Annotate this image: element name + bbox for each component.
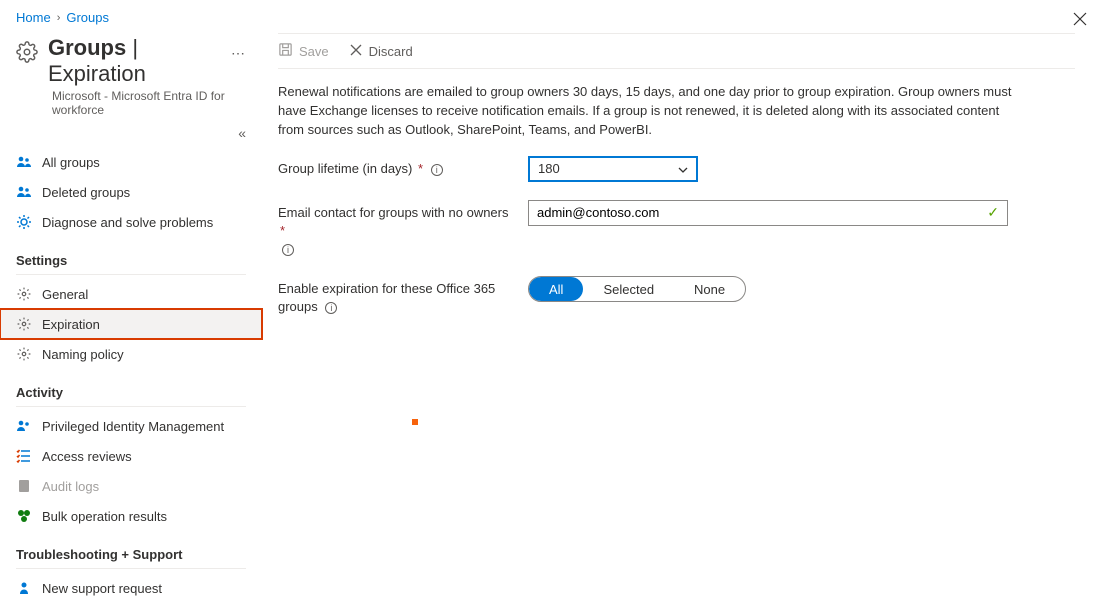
title-sep: |: [126, 35, 138, 60]
gear-icon: [16, 286, 32, 302]
nav-bulk-results[interactable]: Bulk operation results: [0, 501, 262, 531]
nav-label: Privileged Identity Management: [42, 419, 224, 434]
support-icon: [16, 580, 32, 596]
nav-label: Expiration: [42, 317, 100, 332]
nav-audit-logs: Audit logs: [0, 471, 262, 501]
nav-all-groups[interactable]: All groups: [0, 147, 262, 177]
page-title-row: Groups | Expiration ⋯: [0, 35, 262, 89]
section-support: Troubleshooting + Support: [16, 531, 246, 569]
discard-button[interactable]: Discard: [349, 43, 413, 60]
discard-label: Discard: [369, 44, 413, 59]
nav-settings: General Expiration Naming policy: [0, 279, 262, 369]
label-text: Group lifetime (in days): [278, 161, 412, 176]
pill-all[interactable]: All: [529, 277, 583, 301]
sidebar: Groups | Expiration ⋯ Microsoft - Micros…: [0, 29, 262, 597]
required-asterisk: *: [280, 223, 285, 238]
close-icon[interactable]: [1073, 12, 1087, 29]
nav-general[interactable]: General: [0, 279, 262, 309]
label-text: Email contact for groups with no owners: [278, 205, 509, 220]
save-label: Save: [299, 44, 329, 59]
people-icon: [16, 418, 32, 434]
diagnose-icon: [16, 214, 32, 230]
nav-activity: Privileged Identity Management Access re…: [0, 411, 262, 531]
nav-pim[interactable]: Privileged Identity Management: [0, 411, 262, 441]
orange-marker: [412, 419, 418, 425]
main-content: Save Discard Renewal notifications are e…: [262, 29, 1103, 597]
lifetime-select[interactable]: 180: [528, 156, 698, 182]
description-text: Renewal notifications are emailed to gro…: [278, 83, 1018, 140]
nav-naming-policy[interactable]: Naming policy: [0, 339, 262, 369]
nav-support: New support request: [0, 573, 262, 603]
section-settings: Settings: [16, 237, 246, 275]
people-icon: [16, 154, 32, 170]
breadcrumb-groups[interactable]: Groups: [66, 10, 109, 25]
bulk-icon: [16, 508, 32, 524]
breadcrumb-home[interactable]: Home: [16, 10, 51, 25]
log-icon: [16, 478, 32, 494]
info-icon[interactable]: i: [282, 244, 294, 256]
nav-primary: All groups Deleted groups Diagnose and s…: [0, 147, 262, 237]
gear-icon: [16, 41, 38, 66]
nav-label: All groups: [42, 155, 100, 170]
gear-icon: [16, 316, 32, 332]
save-button[interactable]: Save: [278, 42, 329, 60]
nav-label: Bulk operation results: [42, 509, 167, 524]
lifetime-label: Group lifetime (in days) * i: [278, 156, 518, 178]
collapse-sidebar-icon[interactable]: «: [238, 125, 246, 141]
more-icon[interactable]: ⋯: [231, 45, 246, 62]
row-email: Email contact for groups with no owners …: [278, 200, 1075, 259]
nav-label: Audit logs: [42, 479, 99, 494]
row-lifetime: Group lifetime (in days) * i 180: [278, 156, 1075, 182]
email-field[interactable]: [537, 205, 987, 220]
enable-label: Enable expiration for these Office 365 g…: [278, 276, 518, 316]
page-title: Groups | Expiration: [48, 35, 213, 87]
section-activity: Activity: [16, 369, 246, 407]
page-subtitle: Microsoft - Microsoft Entra ID for workf…: [0, 89, 262, 123]
nav-diagnose[interactable]: Diagnose and solve problems: [0, 207, 262, 237]
check-icon: ✓: [987, 204, 999, 221]
title-suffix: Expiration: [48, 61, 146, 86]
nav-label: Naming policy: [42, 347, 124, 362]
toolbar: Save Discard: [278, 33, 1075, 69]
nav-label: Diagnose and solve problems: [42, 215, 213, 230]
checklist-icon: [16, 448, 32, 464]
nav-label: New support request: [42, 581, 162, 596]
pill-selected[interactable]: Selected: [583, 277, 674, 301]
email-label: Email contact for groups with no owners …: [278, 200, 518, 259]
label-text: Enable expiration for these Office 365 g…: [278, 281, 495, 314]
nav-access-reviews[interactable]: Access reviews: [0, 441, 262, 471]
info-icon[interactable]: i: [431, 164, 443, 176]
lifetime-value: 180: [538, 161, 560, 176]
email-input-wrap: ✓: [528, 200, 1008, 226]
required-asterisk: *: [418, 161, 423, 176]
nav-label: Deleted groups: [42, 185, 130, 200]
discard-icon: [349, 43, 363, 60]
info-icon[interactable]: i: [325, 302, 337, 314]
save-icon: [278, 42, 293, 60]
enable-pill-group: All Selected None: [528, 276, 746, 302]
pill-none[interactable]: None: [674, 277, 745, 301]
nav-expiration[interactable]: Expiration: [0, 309, 262, 339]
nav-deleted-groups[interactable]: Deleted groups: [0, 177, 262, 207]
chevron-right-icon: ›: [57, 12, 61, 24]
nav-label: General: [42, 287, 88, 302]
nav-label: Access reviews: [42, 449, 132, 464]
people-icon: [16, 184, 32, 200]
title-prefix: Groups: [48, 35, 126, 60]
gear-icon: [16, 346, 32, 362]
nav-new-support-request[interactable]: New support request: [0, 573, 262, 603]
chevron-down-icon: [678, 161, 688, 176]
breadcrumb: Home › Groups: [0, 0, 1103, 29]
row-enable: Enable expiration for these Office 365 g…: [278, 276, 1075, 316]
